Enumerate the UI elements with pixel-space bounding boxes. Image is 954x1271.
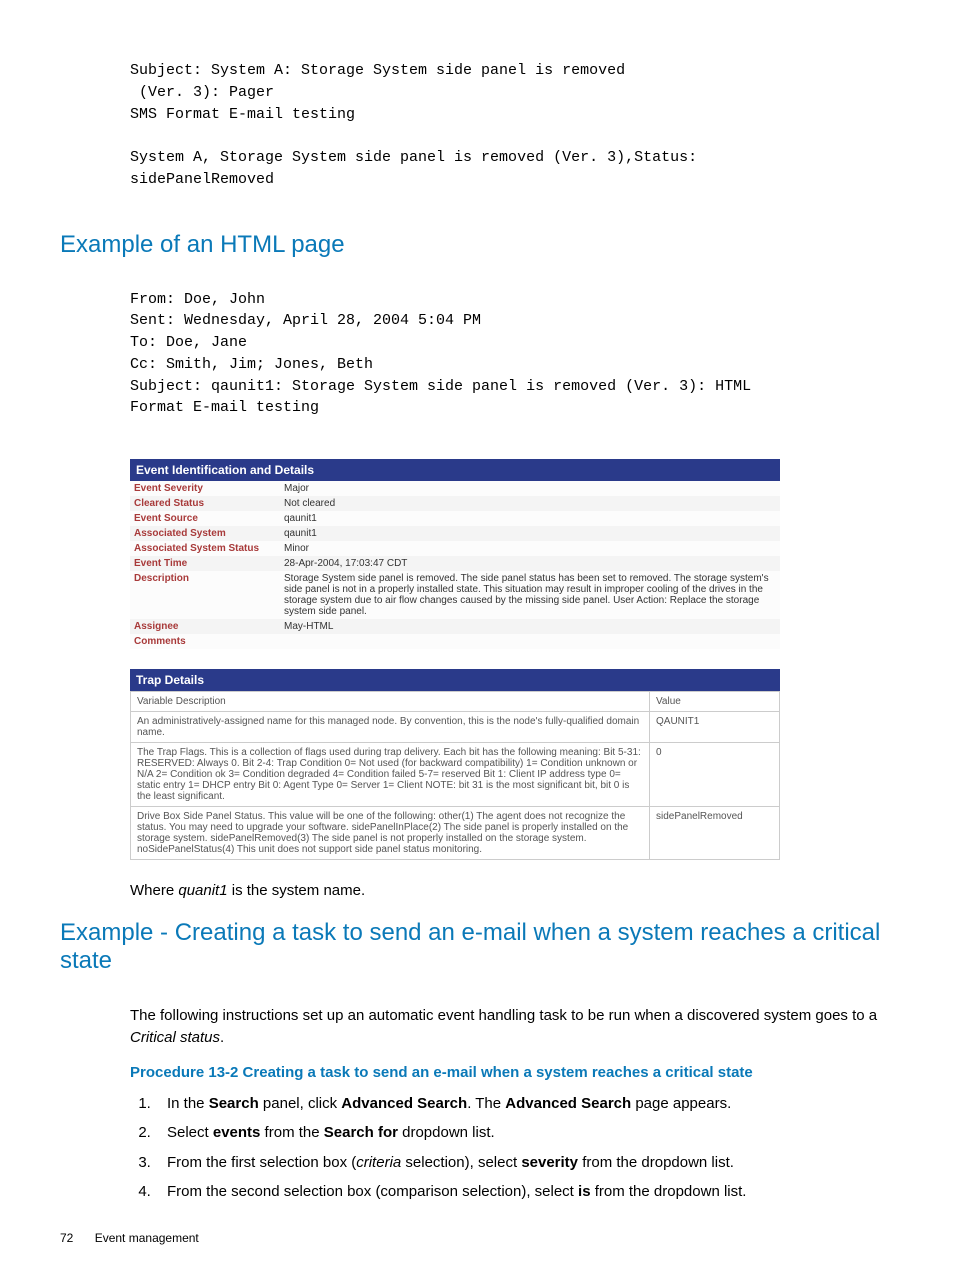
table-row: An administratively-assigned name for th…	[131, 712, 780, 743]
embedded-html-email: Event Identification and Details Event S…	[130, 459, 780, 860]
procedure-title: Procedure 13-2 Creating a task to send a…	[130, 1064, 884, 1081]
trap-details-block: Trap Details Variable Description Value …	[130, 669, 780, 860]
event-identification-table: Event SeverityMajor Cleared StatusNot cl…	[130, 481, 780, 649]
table-row: Cleared StatusNot cleared	[130, 496, 780, 511]
table-row: The Trap Flags. This is a collection of …	[131, 743, 780, 807]
step-3: From the first selection box (criteria s…	[155, 1150, 884, 1176]
heading-create-task: Example - Creating a task to send an e-m…	[60, 919, 884, 975]
footer-section-label: Event management	[95, 1231, 199, 1245]
procedure-steps: In the Search panel, click Advanced Sear…	[155, 1091, 884, 1205]
page-number: 72	[60, 1231, 73, 1245]
trap-head-desc: Variable Description	[131, 692, 650, 712]
table-row: Event Sourceqaunit1	[130, 511, 780, 526]
table-row: Associated System StatusMinor	[130, 541, 780, 556]
heading-html-example: Example of an HTML page	[60, 231, 884, 259]
where-note: Where quanit1 is the system name.	[130, 880, 884, 903]
table-row: Event Time28-Apr-2004, 17:03:47 CDT	[130, 556, 780, 571]
html-email-header-block: From: Doe, John Sent: Wednesday, April 2…	[130, 289, 884, 420]
table-row: Associated Systemqaunit1	[130, 526, 780, 541]
intro-paragraph: The following instructions set up an aut…	[130, 1005, 884, 1050]
table-row: Drive Box Side Panel Status. This value …	[131, 807, 780, 860]
step-4: From the second selection box (compariso…	[155, 1179, 884, 1205]
trap-details-table: Variable Description Value An administra…	[130, 691, 780, 860]
trap-head-value: Value	[650, 692, 780, 712]
table-row: Comments	[130, 634, 780, 649]
pager-email-block: Subject: System A: Storage System side p…	[130, 60, 884, 191]
table-row: Event SeverityMajor	[130, 481, 780, 496]
table-row: DescriptionStorage System side panel is …	[130, 571, 780, 619]
page-footer: 72 Event management	[60, 1231, 199, 1245]
step-2: Select events from the Search for dropdo…	[155, 1120, 884, 1146]
table-row: AssigneeMay-HTML	[130, 619, 780, 634]
eid-title: Event Identification and Details	[130, 459, 780, 481]
step-1: In the Search panel, click Advanced Sear…	[155, 1091, 884, 1117]
trap-title: Trap Details	[130, 669, 780, 691]
